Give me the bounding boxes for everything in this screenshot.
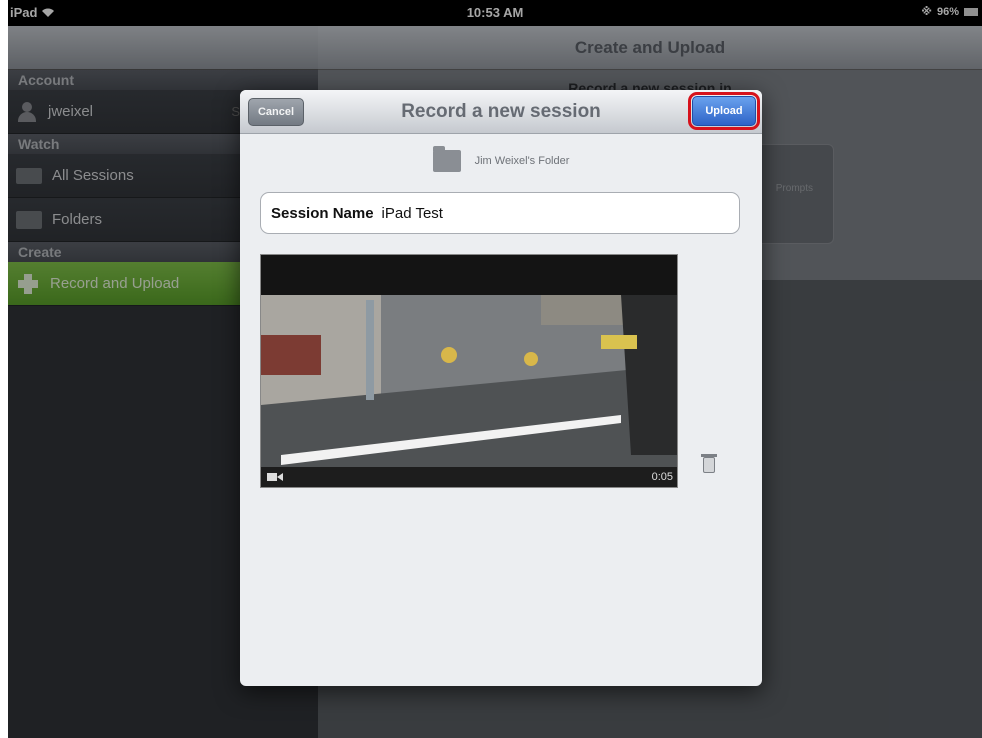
session-name-field[interactable]: Session Name iPad Test: [260, 192, 740, 234]
session-name-label: Session Name: [271, 204, 374, 222]
ipad-screen: iPad 10:53 AM ※ 96% Account jweixel S Wa…: [8, 0, 982, 738]
folder-selector[interactable]: Jim Weixel's Folder: [240, 146, 762, 172]
folder-icon: [432, 146, 461, 172]
upload-button[interactable]: Upload: [688, 92, 760, 130]
modal-navbar: Cancel Record a new session Upload: [240, 90, 762, 134]
video-thumbnail: [261, 255, 677, 487]
video-duration: 0:05: [651, 471, 673, 483]
video-preview[interactable]: 0:05: [260, 254, 678, 488]
modal-title: Record a new session: [401, 101, 601, 122]
video-controls: 0:05: [261, 467, 677, 487]
record-session-modal: Cancel Record a new session Upload Jim W…: [240, 90, 762, 686]
session-name-value[interactable]: iPad Test: [382, 205, 443, 222]
video-camera-icon: [267, 473, 283, 481]
folder-name: Jim Weixel's Folder: [474, 155, 570, 167]
trash-icon[interactable]: [701, 454, 717, 473]
